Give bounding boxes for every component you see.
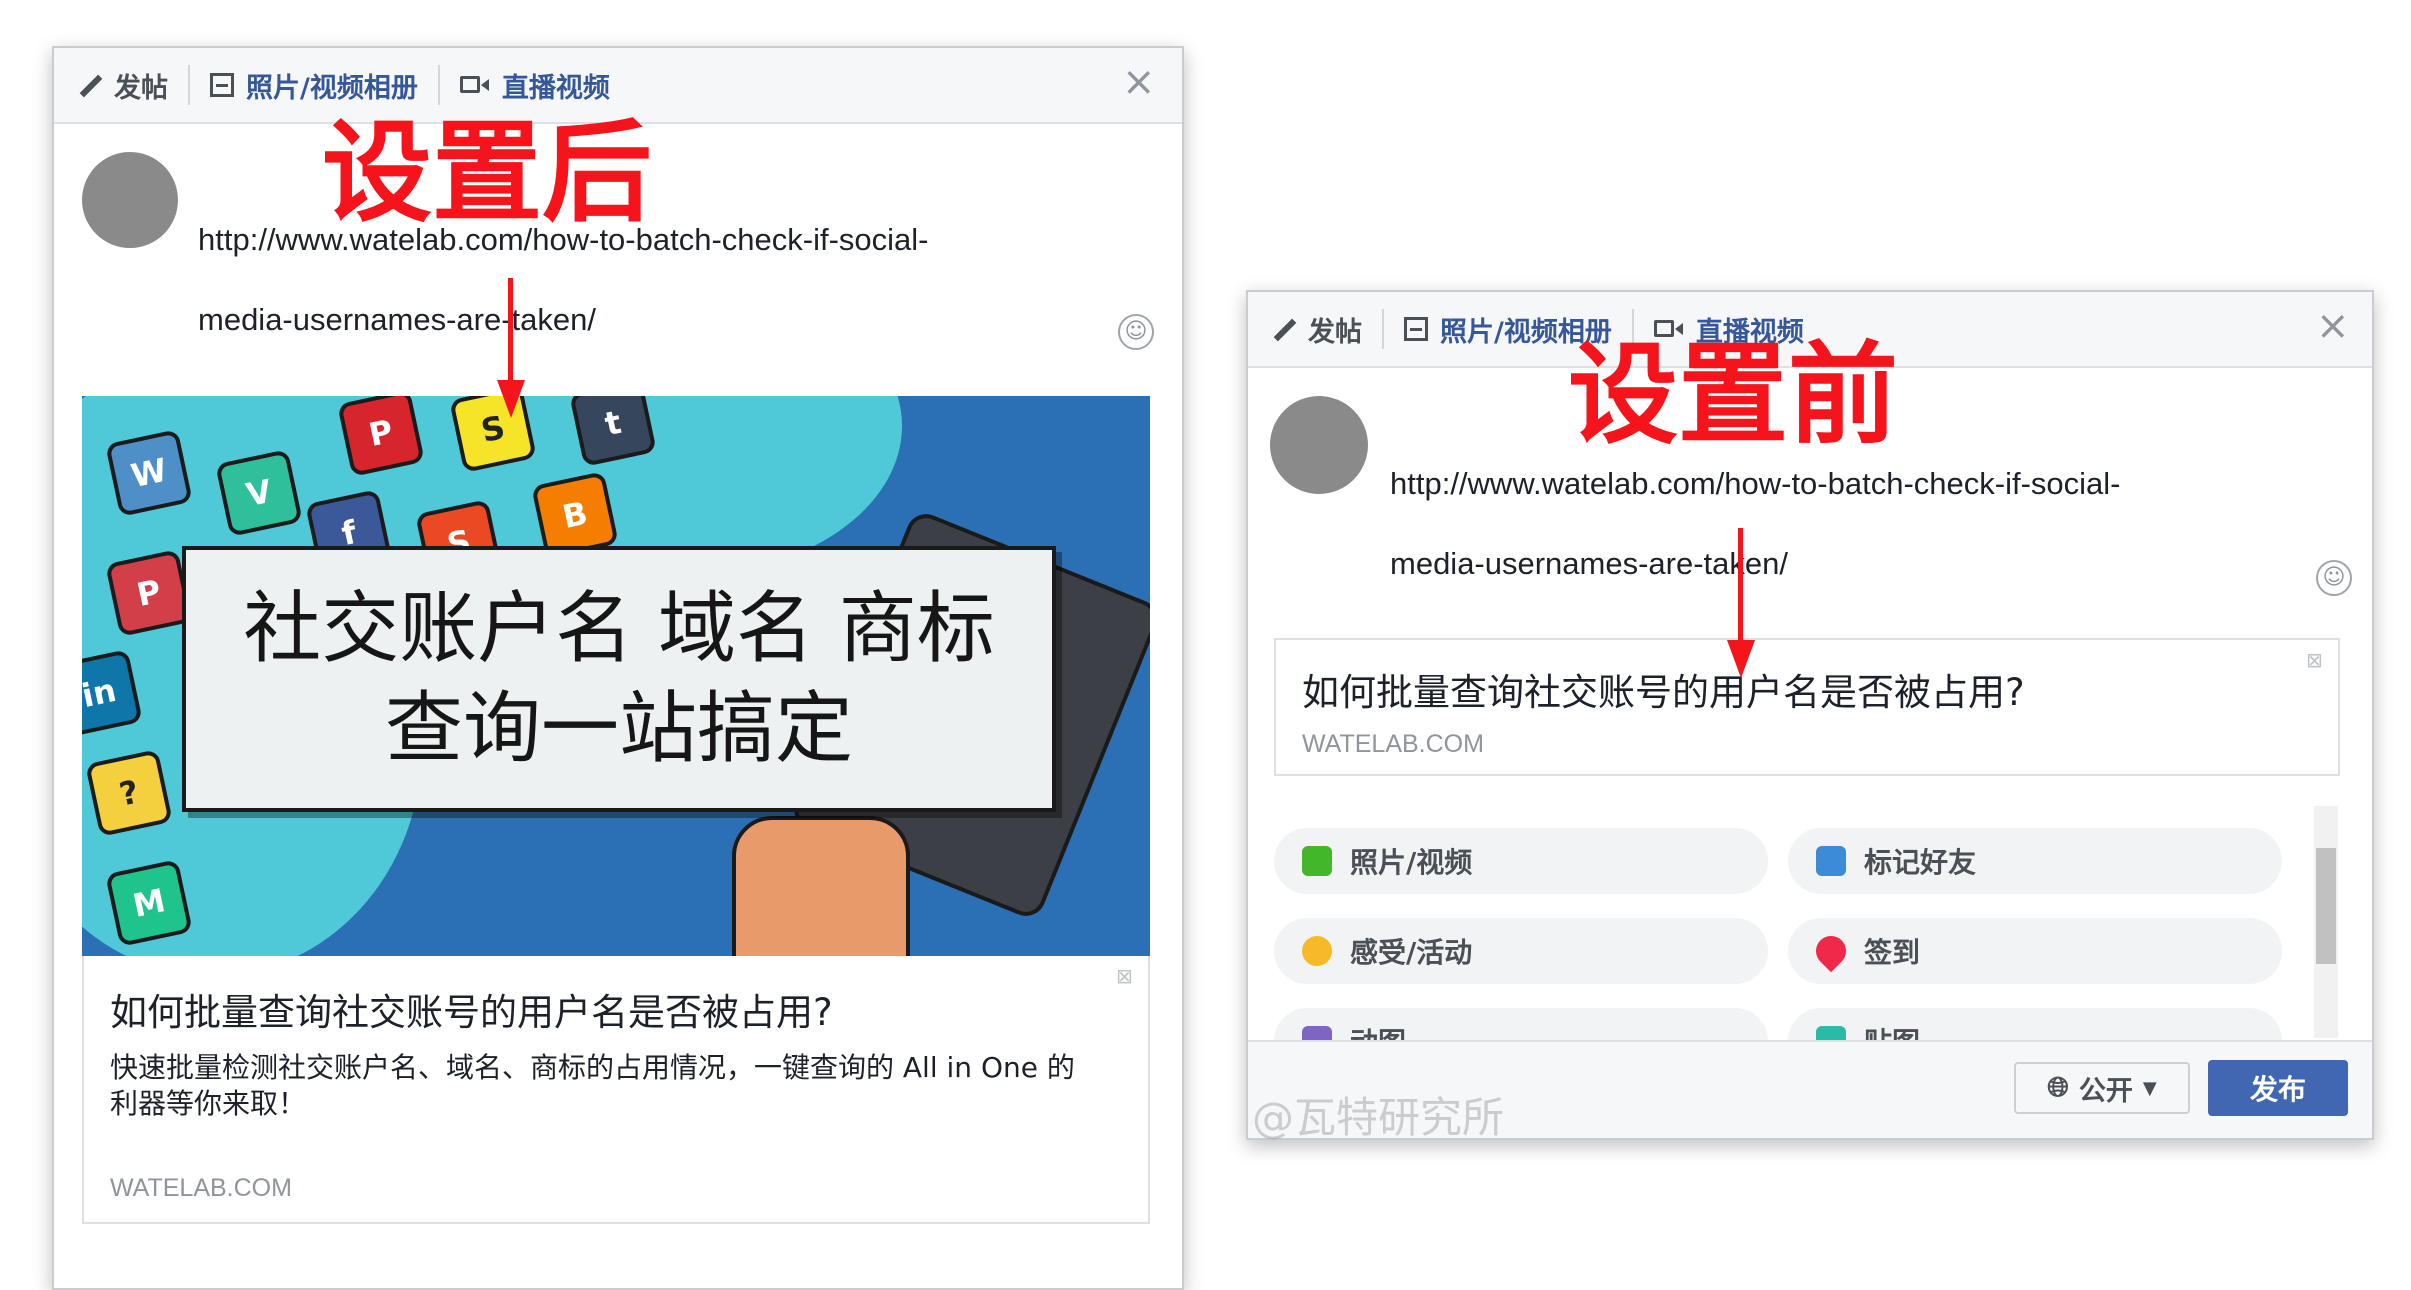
periscope-app-icon: P bbox=[105, 549, 193, 637]
post-option-2[interactable]: 标记好友 bbox=[1788, 828, 2282, 894]
globe-icon: 🌐︎ bbox=[2047, 1072, 2069, 1103]
annotation-after: 设置后 bbox=[322, 109, 652, 237]
link-preview-desc-line-2: 利器等你来取！ bbox=[110, 1087, 307, 1120]
avatar bbox=[1270, 396, 1368, 494]
hero-line-2: 查询一站搞定 bbox=[384, 684, 853, 774]
post-button[interactable]: 发布 bbox=[2208, 1060, 2348, 1116]
pencil-icon bbox=[76, 72, 102, 98]
hero-line-1: 社交账户名 域名 商标 bbox=[243, 584, 995, 674]
annotation-arrow-head bbox=[1727, 640, 1755, 678]
tab-photo-album-label: 照片/视频相册 bbox=[246, 72, 418, 104]
annotation-arrow-shaft bbox=[508, 278, 513, 386]
post-option-label: 签到 bbox=[1864, 936, 1921, 969]
checkin-pin-icon bbox=[1809, 929, 1853, 973]
vine-app-icon: V bbox=[215, 449, 303, 537]
album-icon bbox=[1404, 317, 1428, 341]
link-preview-title: 如何批量查询社交账号的用户名是否被占用? bbox=[110, 991, 833, 1034]
photo-icon bbox=[1302, 846, 1332, 876]
url-line-2: media-usernames-are-taken/ bbox=[1390, 546, 1789, 581]
tab-post[interactable]: 发帖 bbox=[1266, 309, 1382, 349]
album-icon bbox=[210, 73, 234, 97]
chevron-down-icon: ▼ bbox=[2142, 1077, 2157, 1099]
options-scroll-thumb[interactable] bbox=[2316, 848, 2336, 964]
hero-caption-box: 社交账户名 域名 商标 查询一站搞定 bbox=[182, 546, 1056, 812]
emoji-icon[interactable]: ☺ bbox=[1118, 314, 1154, 350]
post-option-1[interactable]: 照片/视频 bbox=[1274, 828, 1768, 894]
link-preview-title: 如何批量查询社交账号的用户名是否被占用? bbox=[1302, 671, 2025, 714]
post-option-4[interactable]: 签到 bbox=[1788, 918, 2282, 984]
emoji-icon[interactable]: ☺ bbox=[2316, 560, 2352, 596]
tab-live-video[interactable]: 直播视频 bbox=[437, 65, 630, 105]
link-preview-image[interactable]: W V P S t f S B P in ? M 社交账户名 域名 商标 查询一… bbox=[82, 396, 1150, 956]
remove-preview-icon[interactable]: ⊠ bbox=[2306, 648, 2323, 672]
wordpress-app-icon: W bbox=[105, 429, 193, 517]
video-camera-icon bbox=[459, 72, 490, 98]
close-icon[interactable]: × bbox=[2316, 306, 2350, 346]
annotation-arrow-head bbox=[497, 380, 525, 418]
url-line-1: http://www.watelab.com/how-to-batch-chec… bbox=[1390, 466, 2121, 501]
link-preview-card[interactable]: 如何批量查询社交账号的用户名是否被占用? WATELAB.COM bbox=[1274, 638, 2340, 776]
tab-photo-album[interactable]: 照片/视频相册 bbox=[188, 65, 438, 105]
tab-post-label: 发帖 bbox=[114, 72, 168, 104]
medium-app-icon: M bbox=[105, 859, 193, 947]
link-preview-desc-line-1: 快速批量检测社交账户名、域名、商标的占用情况，一键查询的 All in One … bbox=[110, 1051, 1075, 1084]
pencil-icon bbox=[1270, 316, 1296, 342]
close-icon[interactable]: × bbox=[1122, 62, 1156, 102]
mascot-app-icon: ? bbox=[85, 749, 173, 837]
link-preview-domain: WATELAB.COM bbox=[110, 1174, 292, 1202]
link-preview-card[interactable]: 如何批量查询社交账号的用户名是否被占用? 快速批量检测社交账户名、域名、商标的占… bbox=[82, 956, 1150, 1224]
tab-live-video-label: 直播视频 bbox=[501, 72, 610, 104]
watermark: @瓦特研究所 bbox=[1252, 1093, 1505, 1142]
post-option-label: 标记好友 bbox=[1864, 846, 1977, 879]
link-preview-description: 快速批量检测社交账户名、域名、商标的占用情况，一键查询的 All in One … bbox=[110, 1050, 1140, 1122]
tab-post-label: 发帖 bbox=[1308, 316, 1362, 348]
hand-illustration bbox=[732, 816, 910, 956]
annotation-arrow-shaft bbox=[1738, 528, 1743, 646]
url-line-2: media-usernames-are-taken/ bbox=[198, 302, 597, 337]
post-button-label: 发布 bbox=[2249, 1073, 2306, 1106]
post-option-3[interactable]: 感受/活动 bbox=[1274, 918, 1768, 984]
feeling-icon bbox=[1302, 936, 1332, 966]
audience-selector[interactable]: 🌐︎ 公开 ▼ bbox=[2014, 1062, 2190, 1114]
tab-post[interactable]: 发帖 bbox=[72, 65, 188, 105]
tag-friends-icon bbox=[1816, 846, 1846, 876]
audience-label: 公开 bbox=[2078, 1075, 2133, 1107]
link-preview-domain: WATELAB.COM bbox=[1302, 730, 1484, 758]
annotation-before: 设置前 bbox=[1568, 331, 1898, 459]
avatar bbox=[82, 152, 178, 248]
post-option-label: 照片/视频 bbox=[1350, 846, 1473, 879]
post-option-label: 感受/活动 bbox=[1350, 936, 1473, 969]
